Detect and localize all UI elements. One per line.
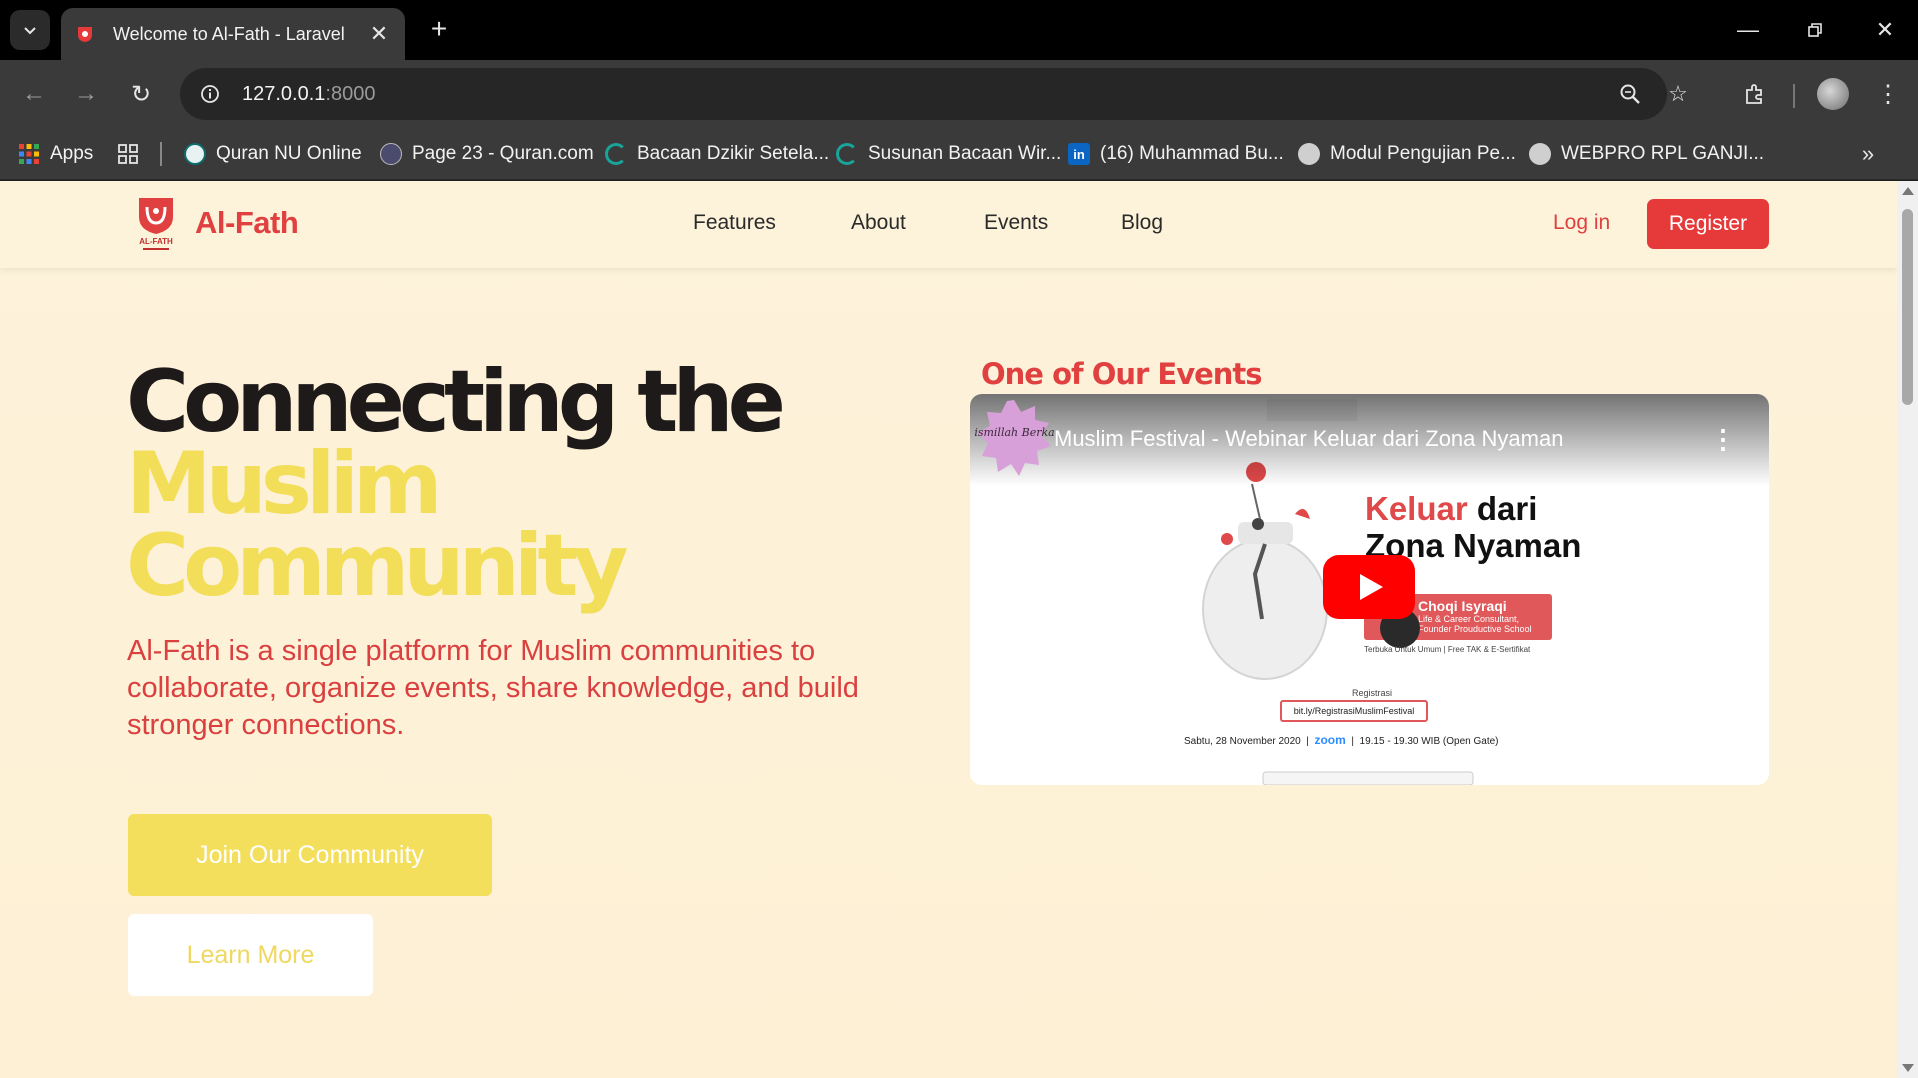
forward-arrow-icon[interactable]: → bbox=[66, 74, 106, 114]
youtube-play-icon[interactable] bbox=[1323, 555, 1415, 619]
laravel-favicon-icon bbox=[78, 27, 92, 42]
nav-about[interactable]: About bbox=[851, 211, 906, 235]
bookmark-apps[interactable]: Apps bbox=[18, 128, 93, 180]
bookmark-label: Quran NU Online bbox=[216, 143, 362, 164]
zoom-magnifier-icon[interactable] bbox=[1614, 78, 1646, 110]
nav-features[interactable]: Features bbox=[693, 211, 776, 235]
learn-more-button[interactable]: Learn More bbox=[128, 914, 373, 996]
browser-toolbar: ← → ↻ 127.0.0.1:8000 ☆ ⋮ bbox=[0, 60, 1918, 128]
hero-title: Connecting the Muslim Community bbox=[126, 352, 786, 616]
tab-bar: Welcome to Al-Fath - Laravel ✕ + — ✕ bbox=[0, 0, 1918, 60]
site-info-icon[interactable] bbox=[188, 72, 232, 116]
page-scrollbar[interactable] bbox=[1897, 181, 1918, 1078]
bookmark-susunan-bacaan[interactable]: Susunan Bacaan Wir... bbox=[836, 128, 1061, 180]
registration-link: bit.ly/RegistrasiMuslimFestival bbox=[1280, 700, 1428, 722]
hero-title-line2: Muslim bbox=[126, 434, 443, 534]
page-viewport: AL-FATH Al-Fath Features About Events Bl… bbox=[0, 181, 1897, 1078]
scroll-down-icon[interactable] bbox=[1902, 1064, 1914, 1072]
restore-icon[interactable] bbox=[1795, 10, 1835, 50]
bookmark-bacaan-dzikir[interactable]: Bacaan Dzikir Setela... bbox=[605, 128, 829, 180]
globe-icon bbox=[1298, 143, 1320, 165]
bookmarks-bar: Apps Quran NU Online Page 23 - Quran.com… bbox=[0, 128, 1918, 180]
hero-title-line3: Community bbox=[126, 516, 629, 616]
address-bar[interactable]: 127.0.0.1:8000 ☆ bbox=[180, 68, 1688, 120]
bookmark-label: (16) Muhammad Bu... bbox=[1100, 143, 1284, 164]
new-tab-button[interactable]: + bbox=[422, 12, 456, 46]
close-tab-icon[interactable]: ✕ bbox=[367, 21, 391, 47]
brand-name[interactable]: Al-Fath bbox=[195, 205, 299, 241]
logo-caption: AL-FATH bbox=[139, 237, 173, 246]
thumbnail-heading: Keluar dari Zona Nyaman bbox=[1365, 490, 1582, 564]
speaker-role: Life & Career Consultant, Founder Proudu… bbox=[1418, 614, 1532, 634]
linkedin-icon: in bbox=[1068, 143, 1090, 165]
scroll-up-icon[interactable] bbox=[1902, 187, 1914, 195]
profile-avatar[interactable] bbox=[1817, 78, 1849, 110]
hero-description: Al-Fath is a single platform for Muslim … bbox=[127, 635, 859, 741]
bookmark-star-icon[interactable]: ☆ bbox=[1662, 78, 1694, 110]
tab-groups-icon[interactable] bbox=[117, 128, 139, 180]
chevron-down-icon bbox=[24, 27, 36, 35]
bookmark-label: Apps bbox=[50, 143, 94, 164]
bookmark-label: Susunan Bacaan Wir... bbox=[868, 143, 1062, 164]
reload-icon[interactable]: ↻ bbox=[121, 74, 161, 114]
bookmark-label: Bacaan Dzikir Setela... bbox=[637, 143, 830, 164]
bookmarks-overflow-icon[interactable]: » bbox=[1852, 138, 1884, 170]
registration-label: Registrasi bbox=[1352, 688, 1393, 698]
al-fath-logo[interactable]: AL-FATH bbox=[133, 195, 179, 253]
youtube-video-embed[interactable]: Keluar dari Zona Nyaman Choqi Isyraqi Li… bbox=[970, 394, 1769, 785]
back-arrow-icon[interactable]: ← bbox=[14, 74, 54, 114]
speaker-name: Choqi Isyraqi bbox=[1418, 598, 1507, 614]
more-menu-icon[interactable]: ⋮ bbox=[1868, 74, 1908, 114]
apps-grid-icon bbox=[19, 144, 39, 164]
quran-com-icon bbox=[380, 143, 402, 165]
url-text: 127.0.0.1:8000 bbox=[242, 82, 376, 105]
scroll-thumb[interactable] bbox=[1902, 209, 1913, 405]
channel-badge-icon[interactable]: Bismillah Berkah bbox=[974, 398, 1054, 478]
video-title[interactable]: Muslim Festival - Webinar Keluar dari Zo… bbox=[1054, 426, 1563, 452]
active-tab[interactable]: Welcome to Al-Fath - Laravel ✕ bbox=[61, 8, 405, 60]
tab-search-button[interactable] bbox=[10, 10, 50, 50]
zoom-logo: zoom bbox=[1314, 733, 1346, 747]
close-window-icon[interactable]: ✕ bbox=[1865, 10, 1905, 50]
site-header: AL-FATH Al-Fath Features About Events Bl… bbox=[0, 181, 1897, 268]
nav-blog[interactable]: Blog bbox=[1121, 211, 1163, 235]
bookmarks-divider bbox=[160, 142, 162, 166]
hero-title-line1: Connecting the bbox=[126, 352, 786, 452]
register-button[interactable]: Register bbox=[1647, 199, 1769, 249]
badge-text: Bismillah Berkah bbox=[974, 426, 1054, 439]
bookmark-quran-nu[interactable]: Quran NU Online bbox=[184, 128, 362, 180]
quran-nu-icon bbox=[184, 143, 206, 165]
extensions-puzzle-icon[interactable] bbox=[1735, 74, 1775, 114]
events-heading: One of Our Events bbox=[981, 357, 1263, 391]
toolbar-divider bbox=[1793, 84, 1795, 108]
globe-icon bbox=[1529, 143, 1551, 165]
event-date-line: Sabtu, 28 November 2020 | zoom | 19.15 -… bbox=[1184, 733, 1499, 747]
bookmark-webpro[interactable]: WEBPRO RPL GANJI... bbox=[1529, 128, 1764, 180]
bookmark-label: WEBPRO RPL GANJI... bbox=[1561, 143, 1765, 164]
loading-icon bbox=[836, 143, 858, 165]
login-link[interactable]: Log in bbox=[1553, 211, 1610, 235]
bookmark-linkedin[interactable]: in (16) Muhammad Bu... bbox=[1068, 128, 1284, 180]
loading-icon bbox=[605, 143, 627, 165]
bookmark-label: Page 23 - Quran.com bbox=[412, 143, 594, 164]
tab-title: Welcome to Al-Fath - Laravel bbox=[113, 23, 345, 44]
bookmark-quran-com[interactable]: Page 23 - Quran.com bbox=[380, 128, 594, 180]
video-more-icon[interactable]: ⋮ bbox=[1710, 424, 1736, 455]
join-community-button[interactable]: Join Our Community bbox=[128, 814, 492, 896]
bookmark-modul-pengujian[interactable]: Modul Pengujian Pe... bbox=[1298, 128, 1516, 180]
nav-events[interactable]: Events bbox=[984, 211, 1048, 235]
event-note: Terbuka Untuk Umum | Free TAK & E-Sertif… bbox=[1364, 645, 1531, 654]
minimize-icon[interactable]: — bbox=[1728, 10, 1768, 50]
bookmark-label: Modul Pengujian Pe... bbox=[1330, 143, 1516, 164]
